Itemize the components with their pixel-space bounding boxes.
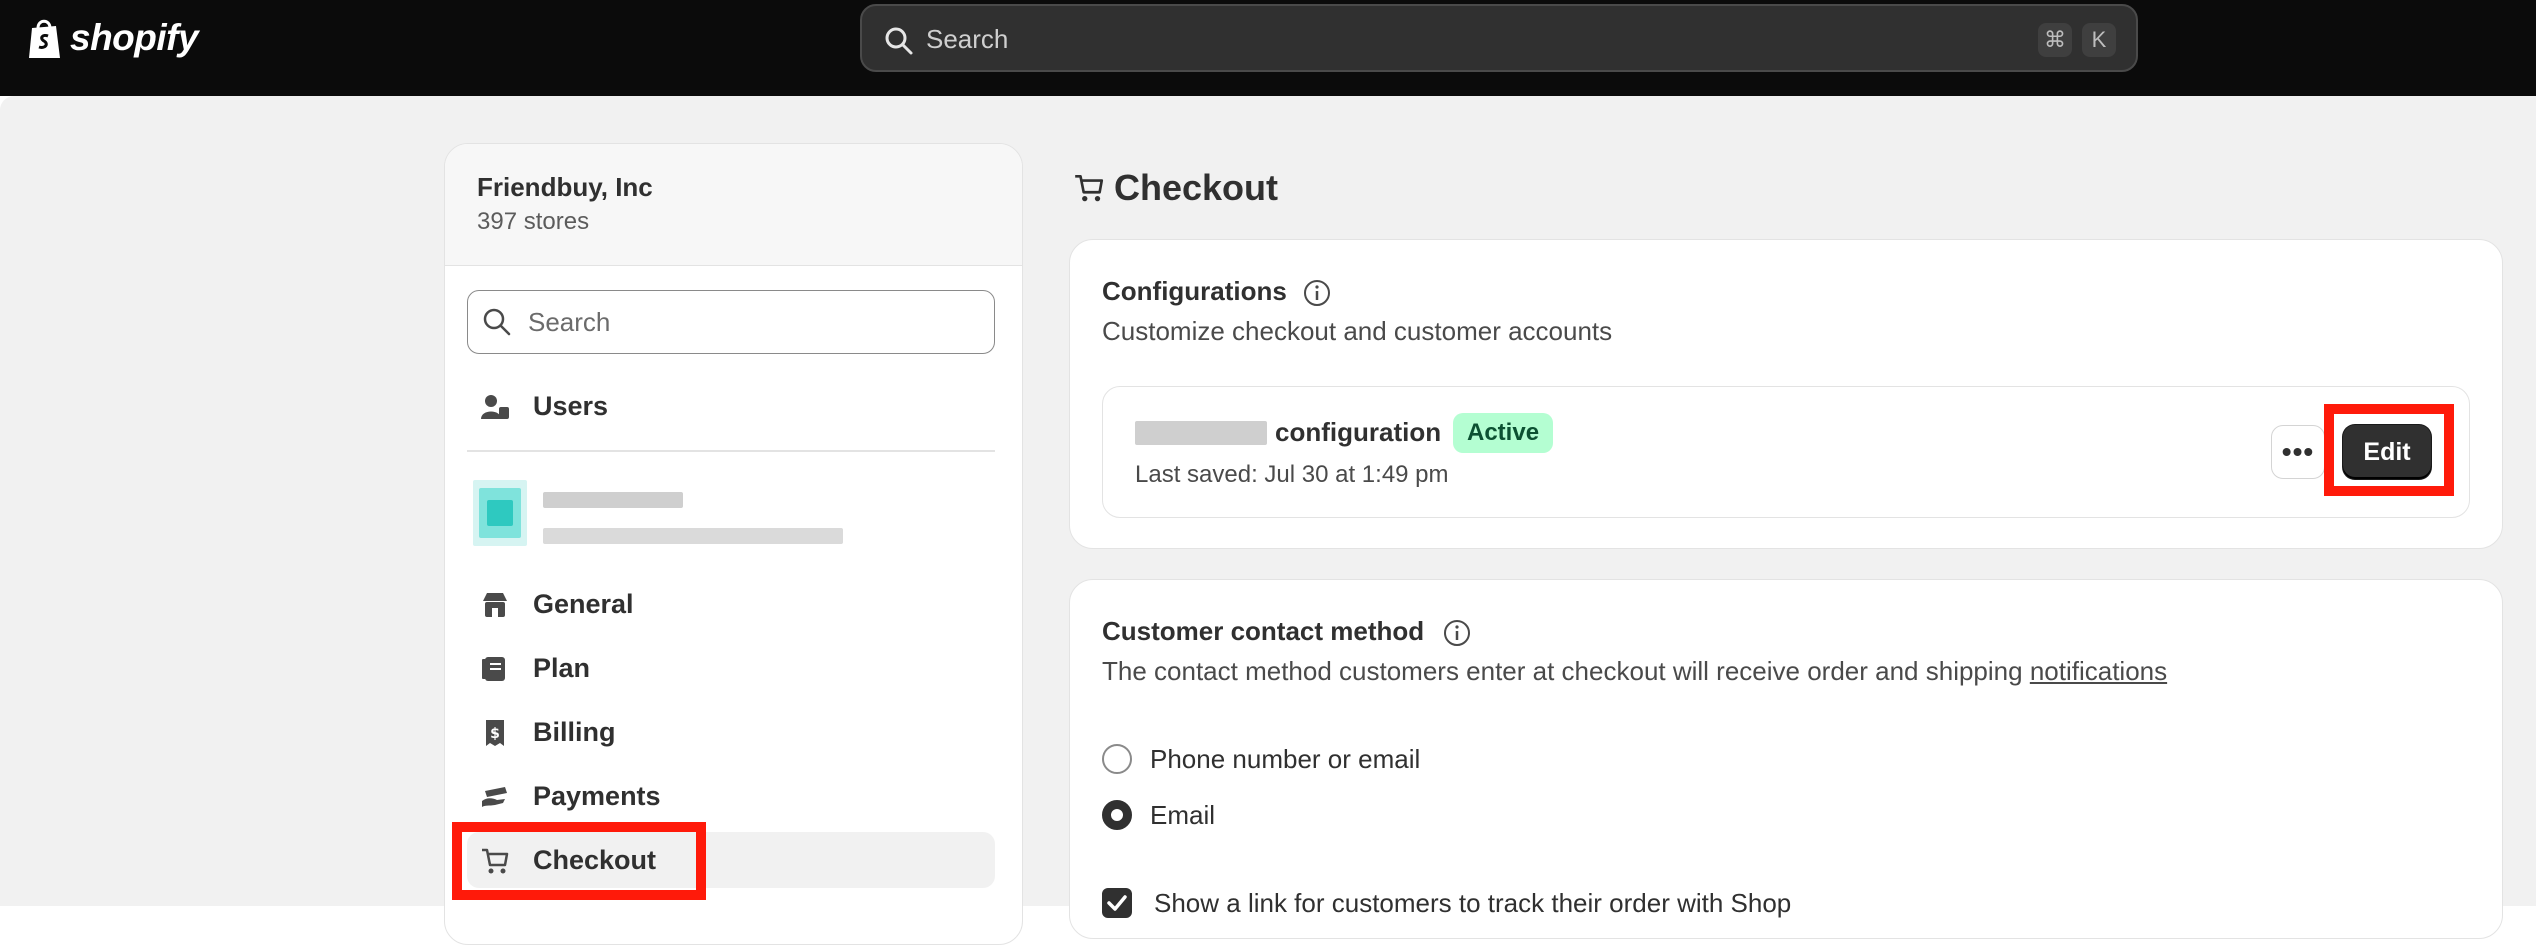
checkout-highlight-box [452,822,706,900]
store-avatar[interactable] [473,480,527,546]
store-icon [483,593,507,617]
contact-method-description: The contact method customers enter at ch… [1102,656,2167,687]
configurations-subtitle: Customize checkout and customer accounts [1102,316,1613,346]
search-icon [885,27,913,55]
shop-tracking-label: Show a link for customers to track their… [1154,888,1792,918]
plan-icon [482,657,505,681]
sidebar-item-general[interactable]: General [467,576,995,632]
search-icon [483,308,511,336]
info-icon[interactable] [1442,618,1472,648]
radio-label-phone-or-email: Phone number or email [1150,744,1421,774]
more-actions-button[interactable]: ••• [2271,425,2325,479]
configuration-row: configuration Active Last saved: Jul 30 … [1102,386,2470,518]
command-key-hint: ⌘ [2038,23,2072,57]
last-saved-text: Last saved: Jul 30 at 1:49 pm [1135,461,1449,488]
info-icon[interactable] [1302,278,1332,308]
settings-search-input[interactable]: Search [467,290,995,354]
sidebar-item-users[interactable]: Users [467,378,995,434]
sidebar-item-label: Users [533,391,609,421]
radio-label-email: Email [1150,800,1216,830]
page-title: Checkout [1114,167,1279,208]
global-search-placeholder: Search [926,24,1009,54]
sidebar-item-label: Billing [533,717,616,747]
contact-method-title: Customer contact method [1102,616,1425,646]
sidebar-item-label: Plan [533,653,591,683]
contact-description-text: The contact method customers enter at ch… [1102,656,2030,686]
page-header: Checkout [1072,160,1278,216]
organization-name: Friendbuy, Inc [477,172,653,202]
top-bar: shopify Search ⌘ K [0,0,2536,96]
brand-name: shopify [70,17,199,58]
radio-phone-or-email[interactable] [1102,744,1132,774]
svg-text:$: $ [490,726,500,742]
shopify-bag-icon [29,19,60,58]
configuration-name: configuration [1275,417,1442,447]
sidebar-item-label: General [533,589,634,619]
users-icon [481,395,509,419]
payments-icon [482,787,507,807]
store-count: 397 stores [477,208,590,235]
notifications-link[interactable]: notifications [2030,656,2167,686]
settings-search-placeholder: Search [528,307,611,337]
edit-highlight-box [2324,404,2454,496]
global-search-bar[interactable]: Search ⌘ K [860,4,2138,72]
sidebar-item-plan[interactable]: Plan [467,640,995,696]
organization-header[interactable]: Friendbuy, Inc 397 stores [445,144,1022,266]
configurations-title: Configurations [1102,276,1287,306]
sidebar-divider [467,450,995,452]
shop-tracking-checkbox[interactable] [1102,888,1132,918]
store-name-redacted [543,492,683,508]
sidebar-item-label: Payments [533,781,661,811]
sidebar-item-billing[interactable]: $ Billing [467,704,995,760]
configuration-name-redacted [1135,421,1267,445]
cart-icon [1075,174,1104,202]
receipt-icon: $ [486,720,504,746]
k-key-hint: K [2082,23,2116,57]
radio-email[interactable] [1102,800,1132,830]
store-url-redacted [543,528,843,544]
shopify-logo[interactable]: shopify [26,14,199,62]
customer-contact-card: Customer contact method The contact meth… [1069,579,2503,939]
configurations-card: Configurations Customize checkout and cu… [1069,239,2503,549]
status-badge: Active [1453,413,1554,453]
sidebar-item-payments[interactable]: Payments [467,768,995,824]
checkmark-icon [1107,895,1127,911]
